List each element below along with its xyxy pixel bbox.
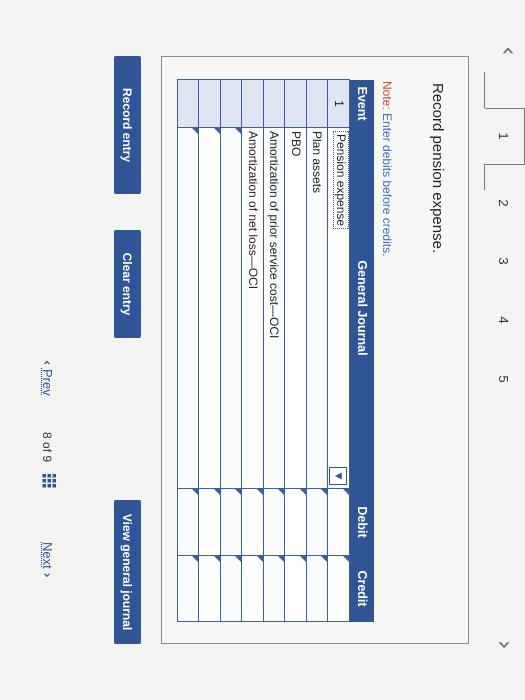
event-cell [177, 79, 199, 128]
event-cell [306, 79, 328, 128]
table-row [199, 79, 221, 622]
event-cell: 1 [328, 79, 350, 128]
assignment-page: ‹ › 1 2 3 4 5 Record pension expense. No… [0, 0, 525, 700]
table-row: Amortization of prior service cost—OCI [263, 79, 285, 622]
table-header-row: Event General Journal Debit Credit [349, 79, 374, 622]
debit-input[interactable] [263, 488, 285, 556]
prev-label: Prev [40, 368, 55, 396]
note: Note: Enter debits before credits. [380, 81, 394, 256]
content-panel: Record pension expense. Note: Enter debi… [161, 56, 469, 644]
table-row: Plan assets [306, 79, 328, 622]
header-credit: Credit [349, 555, 374, 622]
total-pages: 9 [40, 455, 54, 463]
event-cell [242, 79, 264, 128]
account-option[interactable]: Plan assets [306, 127, 328, 489]
clear-entry-button[interactable]: Clear entry [114, 230, 141, 338]
next-label: Next [40, 542, 55, 569]
tab-border [484, 164, 485, 190]
credit-input[interactable] [177, 555, 199, 622]
account-select[interactable] [199, 127, 221, 489]
tab-border [485, 108, 525, 109]
current-page: 8 [40, 432, 54, 439]
caret-down-icon[interactable]: ▼ [329, 467, 348, 485]
event-cell [220, 79, 242, 128]
debit-input[interactable] [220, 488, 242, 556]
header-general-journal: General Journal [349, 127, 374, 489]
record-entry-button[interactable]: Record entry [114, 56, 141, 194]
event-cell [285, 79, 307, 128]
debit-input[interactable] [199, 488, 221, 556]
tab-border [485, 164, 525, 165]
account-option[interactable]: Amortization of net loss—OCI [242, 127, 264, 489]
debit-input[interactable] [328, 488, 350, 556]
table-row: PBO [285, 79, 307, 622]
account-option[interactable]: Amortization of prior service cost—OCI [263, 127, 285, 489]
header-debit: Debit [349, 488, 374, 556]
next-link[interactable]: Next › [39, 542, 55, 578]
chevron-left-icon[interactable]: ‹ [495, 46, 523, 56]
table-row: 1 Pension expense ▼ [328, 79, 350, 622]
tab-1[interactable]: 1 [496, 125, 511, 147]
credit-input[interactable] [306, 555, 328, 622]
account-select[interactable] [177, 127, 199, 489]
account-option[interactable]: Pension expense [333, 131, 350, 230]
of-label: of [40, 442, 54, 453]
account-option[interactable]: PBO [285, 127, 307, 489]
table-row: Amortization of net loss—OCI [242, 79, 264, 622]
page-counter: 8 of 9 [40, 432, 54, 462]
account-select[interactable] [220, 127, 242, 489]
table-row [220, 79, 242, 622]
tab-2[interactable]: 2 [496, 192, 511, 214]
table-row [177, 79, 199, 622]
tab-5[interactable]: 5 [496, 368, 511, 390]
tab-3[interactable]: 3 [496, 250, 511, 272]
prev-link[interactable]: ‹ Prev [39, 360, 55, 396]
event-cell [199, 79, 221, 128]
view-general-journal-button[interactable]: View general journal [114, 500, 141, 644]
credit-input[interactable] [199, 555, 221, 622]
tab-4[interactable]: 4 [496, 309, 511, 331]
event-cell [263, 79, 285, 128]
tab-strip: 1 2 3 4 5 [467, 72, 525, 672]
note-label: Note: [380, 81, 394, 110]
chevron-right-icon: › [39, 572, 54, 578]
instruction-text: Record pension expense. [429, 83, 446, 254]
journal-table: Event General Journal Debit Credit 1 Pen… [177, 79, 374, 622]
grid-icon[interactable] [42, 474, 56, 488]
note-text: Enter debits before credits. [380, 113, 394, 257]
chevron-left-icon: ‹ [39, 360, 54, 366]
debit-input[interactable] [306, 488, 328, 556]
credit-input[interactable] [285, 555, 307, 622]
account-select[interactable]: Pension expense ▼ [328, 127, 350, 489]
credit-input[interactable] [328, 555, 350, 622]
debit-input[interactable] [242, 488, 264, 556]
header-event: Event [349, 79, 374, 128]
credit-input[interactable] [263, 555, 285, 622]
tab-border [484, 72, 485, 108]
credit-input[interactable] [242, 555, 264, 622]
debit-input[interactable] [177, 488, 199, 556]
debit-input[interactable] [285, 488, 307, 556]
credit-input[interactable] [220, 555, 242, 622]
